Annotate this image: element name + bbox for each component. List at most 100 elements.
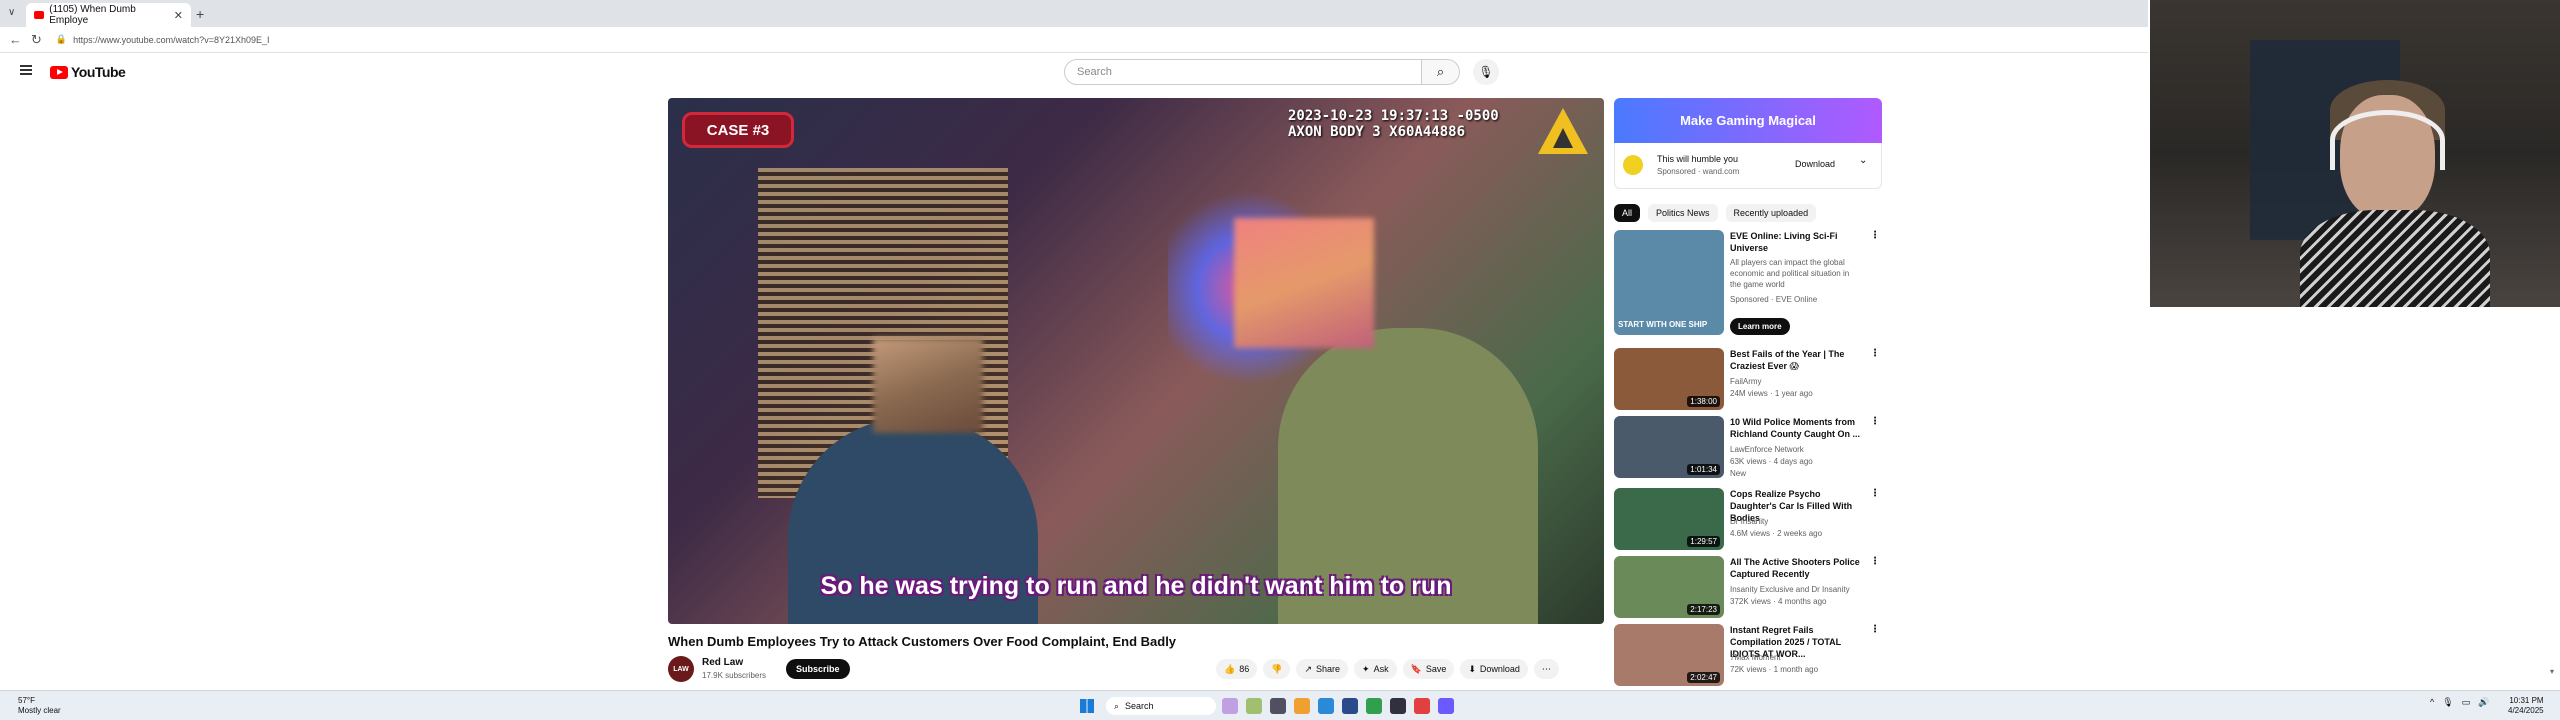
discord-icon[interactable] [1438,698,1454,714]
headset-icon [2330,110,2445,170]
ad-sponsor: Sponsored · wand.com [1657,167,1740,176]
network-icon[interactable]: ▭ [2462,697,2471,708]
channel-avatar[interactable]: LAW [668,656,694,682]
save-button[interactable]: 🔖 Save [1402,659,1455,679]
webcam-overlay [2150,0,2560,307]
chip-all[interactable]: All [1614,204,1641,222]
duration: 2:02:47 [1687,672,1720,683]
share-label: Share [1316,664,1341,674]
more-actions-button[interactable]: ⋯ [1533,659,1559,679]
ask-button[interactable]: ✦ Ask [1354,659,1397,679]
app-icon[interactable] [1246,698,1262,714]
more-vert-icon[interactable]: ⋮ [1870,488,1880,499]
search-icon: ⌕ [1436,64,1445,79]
taskbar-search[interactable]: ⌕ Search [1106,697,1216,715]
chevron-up-icon[interactable]: ^ [2430,697,2434,708]
chip-recently-uploaded[interactable]: Recently uploaded [1725,204,1817,222]
spotify-icon[interactable] [1366,698,1382,714]
learn-more-button[interactable]: Learn more [1730,318,1790,335]
more-vert-icon[interactable]: ⋮ [1870,230,1880,241]
video-thumbnail[interactable]: START WITH ONE SHIP [1614,230,1724,335]
search-input[interactable]: Search [1064,59,1422,85]
app-icon[interactable] [1390,698,1406,714]
case-badge: CASE #3 [682,112,794,148]
blurred-face-right [1234,218,1374,348]
rec-channel[interactable]: 7Max Moment [1730,652,1781,663]
voice-search-button[interactable]: 🎙 [1473,59,1499,85]
hamburger-menu-icon[interactable] [20,65,32,75]
edge-browser-icon[interactable] [1318,698,1334,714]
mic-icon[interactable]: 🎙 [2442,697,2453,708]
app-icon[interactable] [1342,698,1358,714]
rec-title[interactable]: EVE Online: Living Sci-Fi Universe [1730,230,1866,254]
search-placeholder: Search [1077,66,1112,78]
back-icon[interactable]: ← [9,32,22,47]
address-bar: ← ↻ 🔒 https://www.youtube.com/watch?v=8Y… [0,27,2148,53]
dislike-button[interactable]: 👎 [1263,659,1291,679]
list-item[interactable]: 1:01:34 10 Wild Police Moments from Rich… [1614,416,1882,480]
ad-banner[interactable]: Make Gaming Magical [1614,98,1882,143]
video-player[interactable]: CASE #3 2023-10-23 19:37:13 -0500 AXON B… [668,98,1604,624]
channel-name[interactable]: Red Law [702,657,743,668]
youtube-logo[interactable]: YouTube [50,64,126,80]
rec-channel[interactable]: FailArmy [1730,376,1762,387]
download-button[interactable]: ⬇ Download [1460,659,1528,679]
list-item[interactable]: 2:02:47 Instant Regret Fails Compilation… [1614,624,1882,686]
reload-icon[interactable]: ↻ [31,32,42,48]
more-vert-icon[interactable]: ⋮ [1870,416,1880,427]
chip-politics-news[interactable]: Politics News [1648,204,1718,222]
subscribe-button[interactable]: Subscribe [786,659,850,679]
list-item[interactable]: 1:29:57 Cops Realize Psycho Daughter's C… [1614,488,1882,552]
browser-tab[interactable]: (1105) When Dumb Employe ✕ [26,3,191,27]
url-field[interactable]: 🔒 https://www.youtube.com/watch?v=8Y21Xh… [56,34,270,45]
rec-stats: 63K views · 4 days ago [1730,457,1813,466]
youtube-header: YouTube Search ⌕ 🎙 [0,53,2148,91]
file-explorer-icon[interactable] [1294,698,1310,714]
taskbar-clock[interactable]: 10:31 PM 4/24/2025 [2508,696,2544,716]
rec-title[interactable]: Best Fails of the Year | The Craziest Ev… [1730,348,1866,372]
like-count: 86 [1239,664,1250,674]
video-thumbnail[interactable]: 2:02:47 [1614,624,1724,686]
more-vert-icon[interactable]: ⋮ [1870,624,1880,635]
video-thumbnail[interactable]: 2:17:23 [1614,556,1724,618]
url-text: https://www.youtube.com/watch?v=8Y21Xh09… [73,34,270,45]
volume-icon[interactable]: 🔊 [2478,697,2489,708]
list-item[interactable]: START WITH ONE SHIP EVE Online: Living S… [1614,230,1882,340]
video-thumbnail[interactable]: 1:01:34 [1614,416,1724,478]
share-button[interactable]: ↗ Share [1296,659,1349,679]
rec-channel[interactable]: LawEnforce Network [1730,444,1804,455]
download-label: Download [1479,664,1520,674]
app-icon[interactable] [1222,698,1238,714]
search-button[interactable]: ⌕ [1422,59,1460,85]
rec-channel[interactable]: Insanity Exclusive and Dr Insanity [1730,584,1850,595]
like-button[interactable]: 👍 86 [1216,659,1258,679]
new-tab-icon[interactable]: + [196,6,204,22]
chrome-icon[interactable] [1414,698,1430,714]
video-thumbnail[interactable]: 1:38:00 [1614,348,1724,410]
tab-list-chevron-icon[interactable]: ∨ [8,7,15,18]
new-badge: New [1730,469,1747,478]
chevron-down-icon[interactable]: ⌄ [1859,155,1867,166]
rec-channel[interactable]: Dr Insanity [1730,516,1768,527]
list-item[interactable]: 2:17:23 All The Active Shooters Police C… [1614,556,1882,620]
more-vert-icon[interactable]: ⋮ [1870,348,1880,359]
thumbs-down-icon: 👎 [1271,663,1283,674]
ad-download-button[interactable]: Download [1785,155,1845,173]
duration: 1:01:34 [1687,464,1720,475]
windows-start-icon[interactable] [1080,699,1094,713]
scroll-down-arrow-icon[interactable]: ▾ [2550,667,2554,676]
video-thumbnail[interactable]: 1:29:57 [1614,488,1724,550]
ad-logo-icon [1623,155,1643,175]
rec-title[interactable]: 10 Wild Police Moments from Richland Cou… [1730,416,1866,440]
weather-widget[interactable]: 57°F Mostly clear [18,696,61,716]
list-item[interactable]: 1:38:00 Best Fails of the Year | The Cra… [1614,348,1882,412]
thumbs-up-icon: 👍 [1224,663,1236,674]
app-icon[interactable] [1270,698,1286,714]
rec-title[interactable]: All The Active Shooters Police Captured … [1730,556,1866,580]
clock-time: 10:31 PM [2509,696,2544,705]
clock-date: 4/24/2025 [2508,706,2544,715]
more-vert-icon[interactable]: ⋮ [1870,556,1880,567]
close-tab-icon[interactable]: ✕ [174,9,183,22]
filter-chips: All Politics News Recently uploaded [1614,204,1817,222]
bookmark-icon: 🔖 [1410,663,1422,674]
